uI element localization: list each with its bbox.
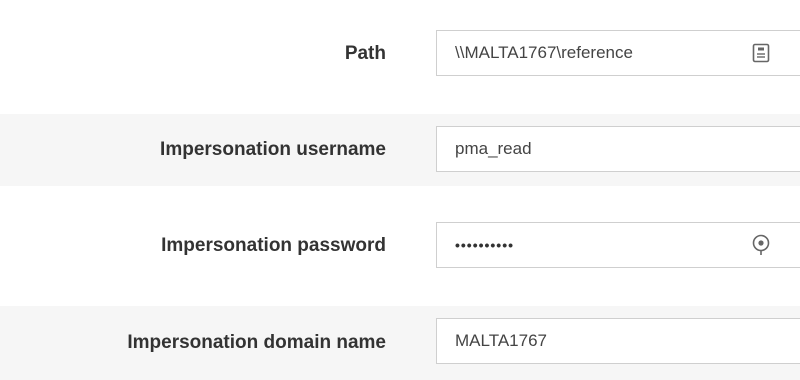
domain-input[interactable]: MALTA1767 [436, 318, 800, 364]
password-value: •••••••••• [455, 237, 515, 253]
domain-label: Impersonation domain name [127, 332, 386, 353]
path-input[interactable]: \\MALTA1767\reference [436, 30, 800, 76]
username-input[interactable]: pma_read [436, 126, 800, 172]
domain-row: Impersonation domain name MALTA1767 [0, 306, 800, 380]
file-browse-icon[interactable] [750, 42, 772, 64]
username-value: pma_read [455, 139, 532, 158]
domain-value: MALTA1767 [455, 331, 547, 350]
path-label: Path [344, 43, 386, 64]
password-row: Impersonation password •••••••••• [0, 210, 800, 282]
password-input[interactable]: •••••••••• [436, 222, 800, 268]
username-label: Impersonation username [160, 139, 386, 160]
path-row: Path \\MALTA1767\reference [0, 18, 800, 90]
eye-reveal-icon[interactable] [750, 234, 772, 256]
impersonation-settings-form: Path \\MALTA1767\reference Impersonation… [0, 0, 800, 380]
path-value: \\MALTA1767\reference [455, 43, 633, 62]
password-label: Impersonation password [161, 235, 386, 256]
username-row: Impersonation username pma_read [0, 114, 800, 186]
